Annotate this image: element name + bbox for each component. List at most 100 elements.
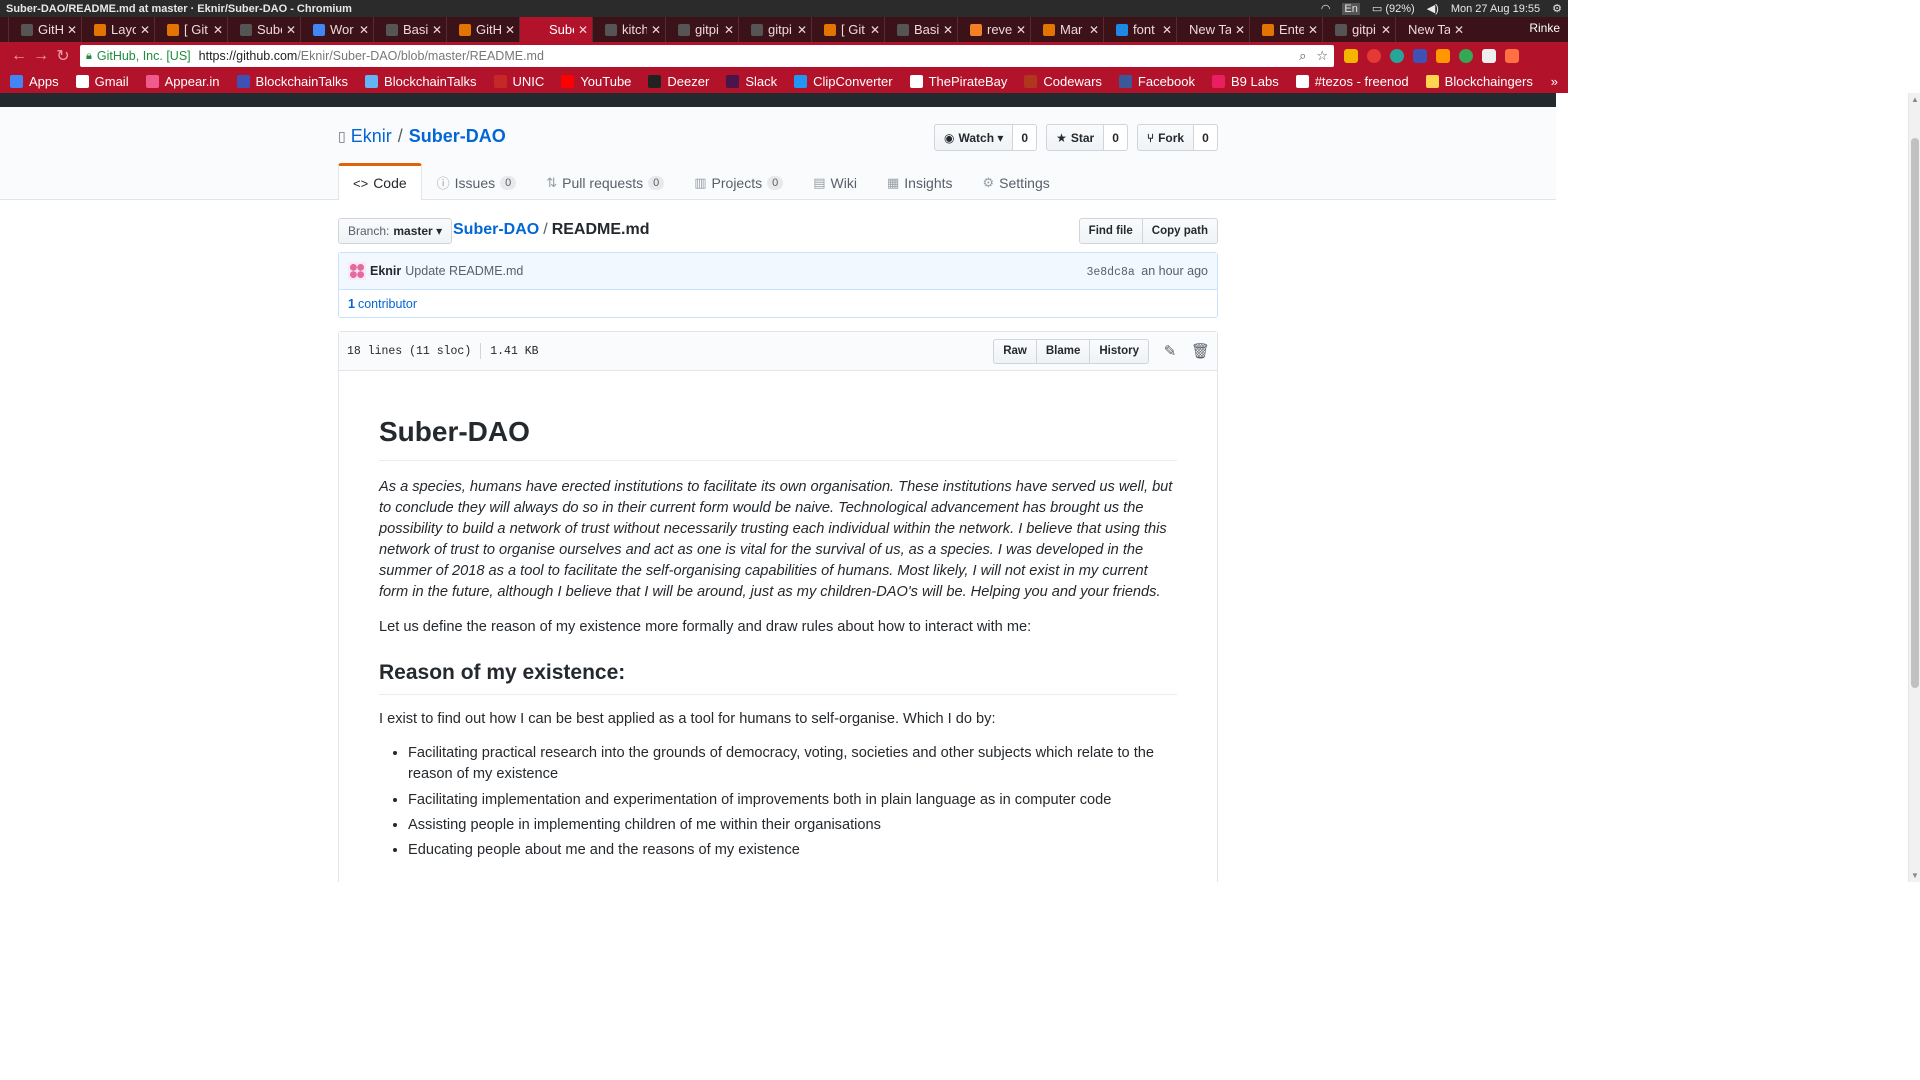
browser-tab[interactable]: Basi ✕ — [373, 17, 447, 42]
close-tab-icon[interactable]: ✕ — [67, 23, 77, 37]
address-bar[interactable]: 🔒︎ GitHub, Inc. [US] https://github.com … — [80, 45, 1334, 67]
extension-icon[interactable] — [1436, 49, 1450, 63]
extension-icon[interactable] — [1390, 49, 1404, 63]
bookmark-item[interactable]: Deezer — [648, 74, 709, 89]
browser-tab[interactable]: GitH ✕ — [8, 17, 82, 42]
watch-button[interactable]: ◉ Watch ▾ — [934, 124, 1014, 151]
tab-pull-requests[interactable]: ⇅ Pull requests 0 — [531, 163, 679, 200]
close-tab-icon[interactable]: ✕ — [286, 23, 296, 37]
repo-name-link[interactable]: Suber-DAO — [409, 126, 506, 147]
close-tab-icon[interactable]: ✕ — [1381, 23, 1391, 37]
bookmark-item[interactable]: Apps — [10, 74, 59, 89]
bookmark-item[interactable]: Codewars — [1024, 74, 1102, 89]
extension-icon[interactable] — [1413, 49, 1427, 63]
find-file-button[interactable]: Find file — [1078, 218, 1143, 244]
watch-count[interactable]: 0 — [1013, 124, 1038, 151]
close-tab-icon[interactable]: ✕ — [797, 23, 807, 37]
bookmark-item[interactable]: Blockchaingers — [1425, 74, 1533, 89]
extension-icon[interactable] — [1344, 49, 1358, 63]
wifi-icon[interactable]: ◠ — [1321, 2, 1331, 15]
tab-wiki[interactable]: ▤ Wiki — [798, 163, 872, 200]
zoom-icon[interactable]: ⌕ — [1299, 48, 1306, 64]
blame-button[interactable]: Blame — [1036, 338, 1091, 364]
scrollbar-thumb[interactable] — [1911, 138, 1919, 688]
fork-count[interactable]: 0 — [1194, 124, 1218, 151]
close-tab-icon[interactable]: ✕ — [724, 23, 734, 37]
browser-tab[interactable]: gitpi ✕ — [738, 17, 812, 42]
avatar[interactable] — [348, 262, 366, 280]
tab-issues[interactable]: ⓘ Issues 0 — [422, 163, 532, 200]
browser-tab[interactable]: Mar ✕ — [1030, 17, 1104, 42]
bookmark-item[interactable]: BlockchainTalks — [236, 74, 348, 89]
bookmark-item[interactable]: YouTube — [561, 74, 631, 89]
bookmark-item[interactable]: ClipConverter — [794, 74, 893, 89]
more-bookmarks-icon[interactable]: » — [1551, 74, 1558, 89]
scroll-down-icon[interactable]: ▼ — [1911, 871, 1919, 880]
extension-icon[interactable] — [1459, 49, 1473, 63]
close-tab-icon[interactable]: ✕ — [578, 23, 588, 37]
tab-settings[interactable]: ⚙ Settings — [968, 163, 1065, 200]
repo-owner-link[interactable]: Eknir — [351, 126, 392, 147]
close-tab-icon[interactable]: ✕ — [1235, 23, 1245, 37]
fork-button[interactable]: ⑂ Fork — [1136, 124, 1195, 151]
close-tab-icon[interactable]: ✕ — [505, 23, 515, 37]
close-tab-icon[interactable]: ✕ — [870, 23, 880, 37]
scroll-up-icon[interactable]: ▲ — [1911, 95, 1919, 104]
browser-tab[interactable]: font ✕ — [1103, 17, 1177, 42]
forward-icon[interactable]: → — [30, 47, 52, 65]
close-tab-icon[interactable]: ✕ — [1089, 23, 1099, 37]
browser-tab[interactable]: reve ✕ — [957, 17, 1031, 42]
tab-projects[interactable]: ▥ Projects 0 — [679, 163, 798, 200]
close-tab-icon[interactable]: ✕ — [943, 23, 953, 37]
close-tab-icon[interactable]: ✕ — [651, 23, 661, 37]
contributors-link[interactable]: 1 contributor — [348, 297, 417, 311]
commit-sha[interactable]: 3e8dc8a — [1086, 266, 1134, 279]
bookmark-item[interactable]: #tezos - freenod — [1295, 74, 1409, 89]
tab-insights[interactable]: ▦ Insights — [872, 163, 968, 200]
bookmark-item[interactable]: Appear.in — [145, 74, 220, 89]
close-tab-icon[interactable]: ✕ — [1308, 23, 1318, 37]
bookmark-item[interactable]: Gmail — [75, 74, 129, 89]
keyboard-layout[interactable]: En — [1342, 2, 1360, 15]
volume-icon[interactable]: ◀) — [1427, 2, 1439, 15]
bookmark-item[interactable]: ThePirateBay — [909, 74, 1007, 89]
commit-author[interactable]: Eknir — [370, 264, 401, 278]
close-tab-icon[interactable]: ✕ — [432, 23, 442, 37]
settings-gear-icon[interactable]: ⚙ — [1552, 2, 1562, 15]
bookmark-item[interactable]: UNIC — [493, 74, 544, 89]
back-icon[interactable]: ← — [8, 47, 30, 65]
history-button[interactable]: History — [1090, 338, 1149, 364]
close-tab-icon[interactable]: ✕ — [1016, 23, 1026, 37]
browser-tab[interactable]: gitpi ✕ — [1322, 17, 1396, 42]
browser-tab[interactable]: Wor ✕ — [300, 17, 374, 42]
reload-icon[interactable]: ↻ — [52, 46, 74, 66]
close-tab-icon[interactable]: ✕ — [140, 23, 150, 37]
site-identity[interactable]: GitHub, Inc. [US] — [97, 49, 191, 63]
profile-button[interactable]: Rinke — [1521, 17, 1568, 42]
battery-indicator[interactable]: ▭ (92%) — [1372, 2, 1415, 15]
bookmark-item[interactable]: B9 Labs — [1212, 74, 1279, 89]
bookmark-item[interactable]: Facebook — [1118, 74, 1195, 89]
browser-tab[interactable]: Sube ✕ — [227, 17, 301, 42]
bookmark-star-icon[interactable]: ☆ — [1316, 48, 1328, 64]
close-tab-icon[interactable]: ✕ — [1162, 23, 1172, 37]
close-tab-icon[interactable]: ✕ — [213, 23, 223, 37]
page-scrollbar[interactable]: ▲ ▼ — [1908, 93, 1920, 882]
tab-code[interactable]: <> Code — [338, 163, 422, 201]
browser-tab[interactable]: New Ta ✕ — [1395, 17, 1469, 42]
breadcrumb-repo-link[interactable]: Suber-DAO — [453, 221, 539, 238]
extension-icon[interactable] — [1482, 49, 1496, 63]
bookmark-item[interactable]: BlockchainTalks — [365, 74, 477, 89]
clock[interactable]: Mon 27 Aug 19:55 — [1451, 3, 1540, 15]
browser-tab[interactable]: [ Git ✕ — [154, 17, 228, 42]
copy-path-button[interactable]: Copy path — [1142, 218, 1218, 244]
extension-icon[interactable] — [1505, 49, 1519, 63]
extension-icon[interactable] — [1367, 49, 1381, 63]
pencil-icon[interactable]: ✎ — [1161, 342, 1179, 360]
branch-select[interactable]: Branch: master ▾ — [338, 218, 453, 244]
browser-tab[interactable]: Sube ✕ — [519, 17, 593, 42]
star-button[interactable]: ★ Star — [1046, 124, 1105, 151]
lock-icon[interactable]: 🔒︎ — [86, 50, 92, 63]
browser-tab[interactable]: [ Git ✕ — [811, 17, 885, 42]
close-tab-icon[interactable]: ✕ — [359, 23, 369, 37]
